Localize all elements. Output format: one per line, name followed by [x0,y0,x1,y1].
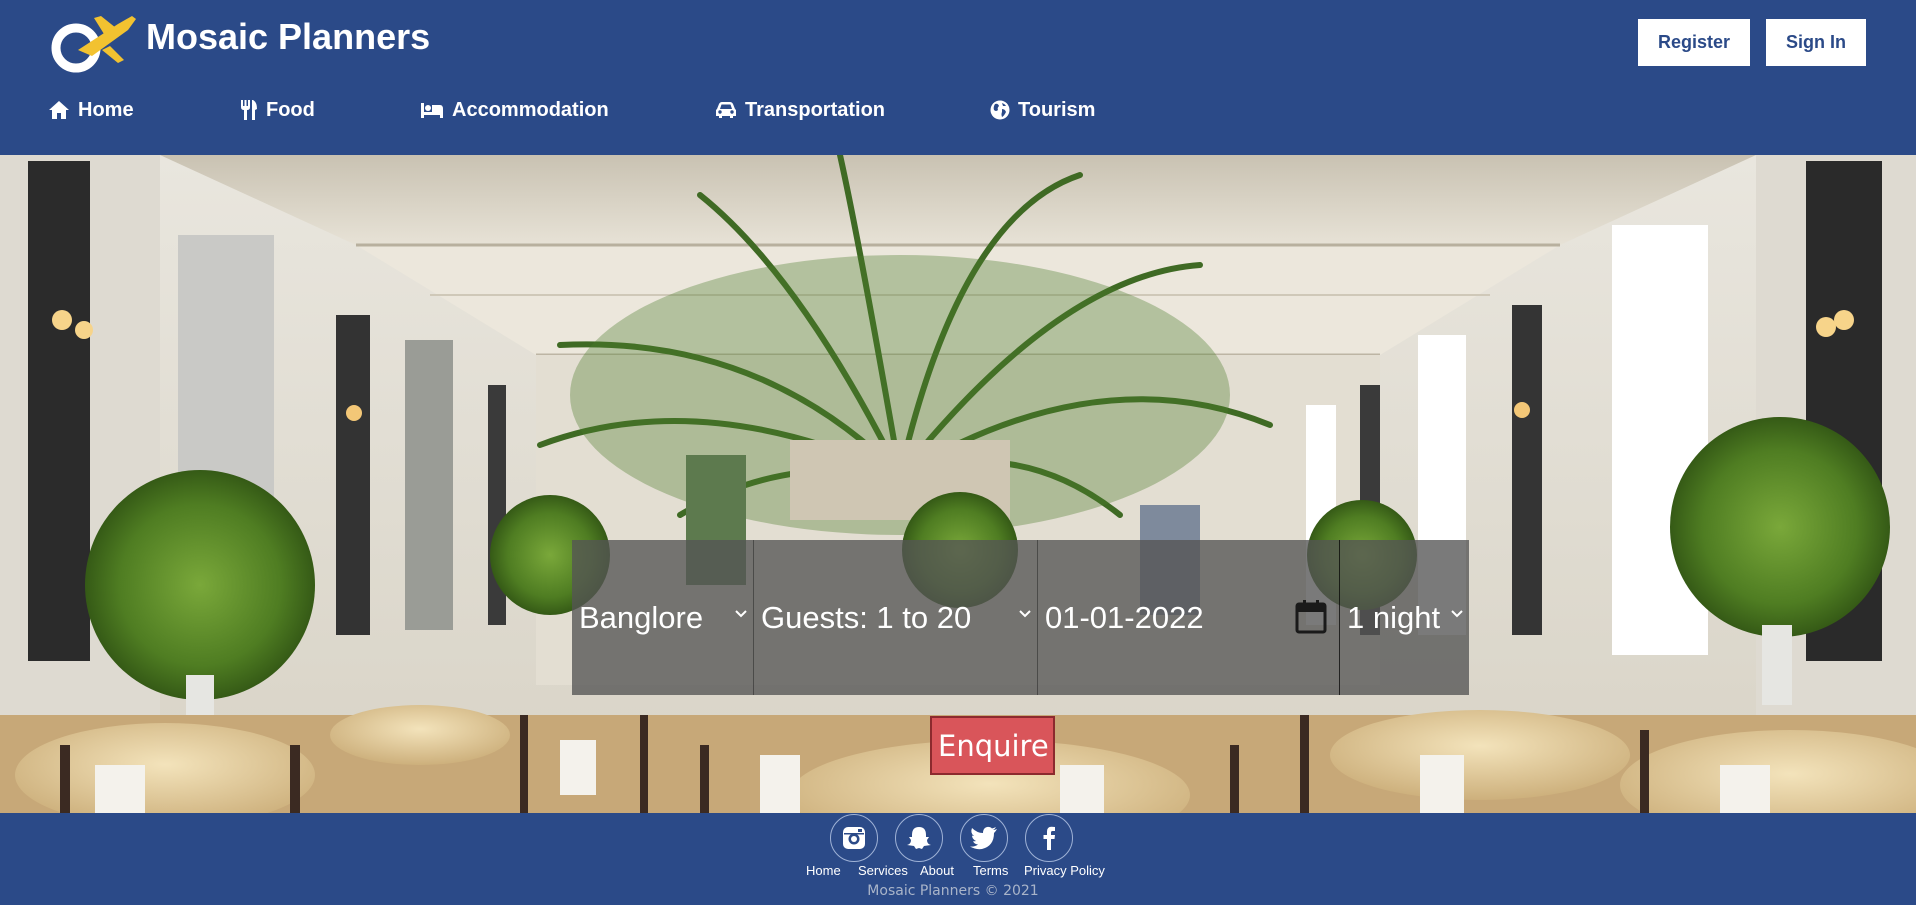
bed-icon [421,103,443,118]
booking-search-panel: Banglore Guests: 1 to 20 01-01-2022 1 ni… [572,540,1469,695]
brand-title[interactable]: Mosaic Planners [146,16,430,58]
site-header: Mosaic Planners Register Sign In Home Fo… [0,0,1916,155]
city-select[interactable]: Banglore [572,540,754,695]
date-value: 01-01-2022 [1045,599,1204,635]
guests-value: Guests: 1 to 20 [761,599,972,635]
date-input[interactable]: 01-01-2022 [1038,540,1340,695]
facebook-icon [1043,826,1055,850]
nights-value: 1 night [1347,599,1441,635]
copyright-text: Mosaic Planners © 2021 [867,883,1039,899]
nav-label-transportation: Transportation [745,98,886,121]
facebook-link[interactable] [1025,814,1073,862]
nights-select[interactable]: 1 night [1340,540,1469,695]
chevron-down-icon [1019,610,1031,618]
banquet-hall-image [0,155,1916,813]
nav-item-tourism[interactable]: Tourism [990,96,1095,124]
instagram-link[interactable] [830,814,878,862]
logo-icon[interactable] [48,10,138,76]
nav-item-accommodation[interactable]: Accommodation [420,96,609,124]
snapchat-link[interactable] [895,814,943,862]
nav-label-accommodation: Accommodation [452,98,609,121]
footer-link-about[interactable]: About [920,863,954,878]
footer-link-terms[interactable]: Terms [973,863,1008,878]
nav-label-food: Food [266,98,315,121]
calendar-icon[interactable] [1295,600,1327,634]
twitter-icon [970,826,997,850]
snapchat-icon [907,827,931,849]
nav-label-home: Home [78,98,134,121]
nav-item-food[interactable]: Food [240,96,315,124]
city-value: Banglore [579,599,704,635]
register-button[interactable]: Register [1638,19,1750,66]
instagram-icon [843,827,865,849]
home-icon [49,101,69,119]
hero-banner [0,155,1916,813]
chevron-down-icon [735,610,747,618]
enquire-button[interactable]: Enquire [930,716,1055,775]
footer-link-home[interactable]: Home [806,863,841,878]
nav-item-home[interactable]: Home [48,96,134,124]
nav-item-transportation[interactable]: Transportation [715,96,885,124]
footer-link-services[interactable]: Services [858,863,908,878]
car-icon [716,102,736,118]
sign-in-button[interactable]: Sign In [1766,19,1866,66]
globe-icon [990,100,1010,120]
nav-label-tourism: Tourism [1018,98,1096,121]
utensils-icon [241,100,257,120]
guests-select[interactable]: Guests: 1 to 20 [754,540,1038,695]
footer-link-privacy-policy[interactable]: Privacy Policy [1024,863,1105,878]
chevron-down-icon [1451,610,1463,618]
twitter-link[interactable] [960,814,1008,862]
